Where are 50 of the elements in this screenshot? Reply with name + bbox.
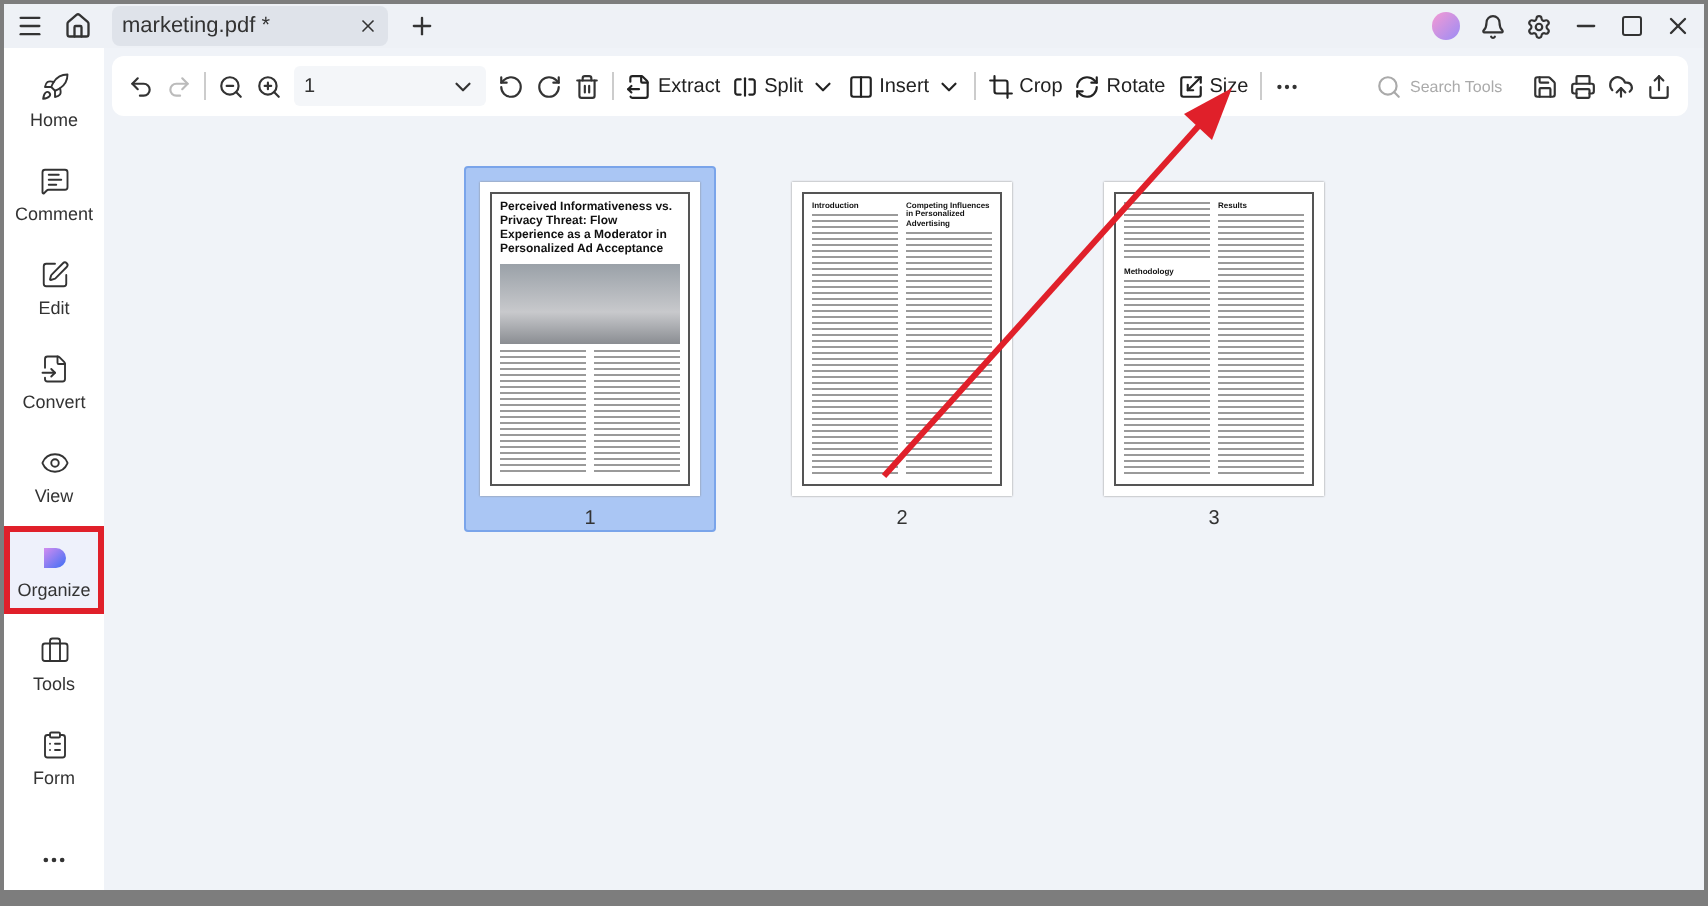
rotate-icon [1074,73,1101,99]
size-button[interactable]: Size [1177,73,1249,99]
trash-icon[interactable] [574,73,600,99]
page-number: 3 [1208,508,1220,530]
sidebar-item[interactable]: Edit [4,244,104,332]
bell-icon[interactable] [1480,13,1506,39]
size-icon [1177,73,1204,99]
split-button[interactable]: Split [732,73,836,99]
menu-icon[interactable] [16,12,44,40]
sidebar-item[interactable]: Comment [4,150,104,238]
extract-button[interactable]: Extract [626,73,721,99]
text-lines-drawing [1124,202,1210,258]
page-number-field[interactable]: 1 [294,66,486,106]
search-icon [1376,73,1402,99]
cloud-upload-icon[interactable] [1608,73,1634,99]
crop-button[interactable]: Crop [987,73,1063,99]
share-icon[interactable] [1646,73,1672,99]
save-icon[interactable] [1532,73,1558,99]
sidebar-item[interactable]: Convert [4,338,104,426]
insert-icon [847,73,874,99]
sidebar-item[interactable]: Form [4,714,104,802]
rotate-left-icon[interactable] [498,73,524,99]
page-number: 1 [584,508,596,530]
maximize-icon[interactable] [1620,14,1644,38]
form-icon [39,729,69,759]
rotate-right-icon[interactable] [536,73,562,99]
edit-icon [39,259,69,289]
comment-icon [39,165,69,195]
extract-icon [626,73,652,99]
sidebar-item[interactable]: View [4,432,104,520]
crop-icon [987,73,1014,99]
undo-icon[interactable] [128,73,154,99]
sidebar-item[interactable]: Tools [4,620,104,708]
rotate-button[interactable]: Rotate [1074,73,1166,99]
convert-icon [39,353,69,383]
settings-icon[interactable] [1526,13,1552,39]
page-number: 2 [896,508,908,530]
zoom-in-icon[interactable] [256,73,282,99]
split-icon [732,73,759,99]
print-icon[interactable] [1570,73,1596,99]
close-icon[interactable] [358,16,378,36]
sidebar-item[interactable]: Organize [4,526,104,614]
view-icon [39,447,69,477]
sidebar-item[interactable]: Home [4,56,104,144]
close-icon[interactable] [1664,12,1692,40]
insert-button[interactable]: Insert [847,73,962,99]
add-tab-icon[interactable] [408,12,436,40]
tools-icon [39,635,69,665]
zoom-out-icon[interactable] [218,73,244,99]
document-tab[interactable]: marketing.pdf * [112,6,388,46]
